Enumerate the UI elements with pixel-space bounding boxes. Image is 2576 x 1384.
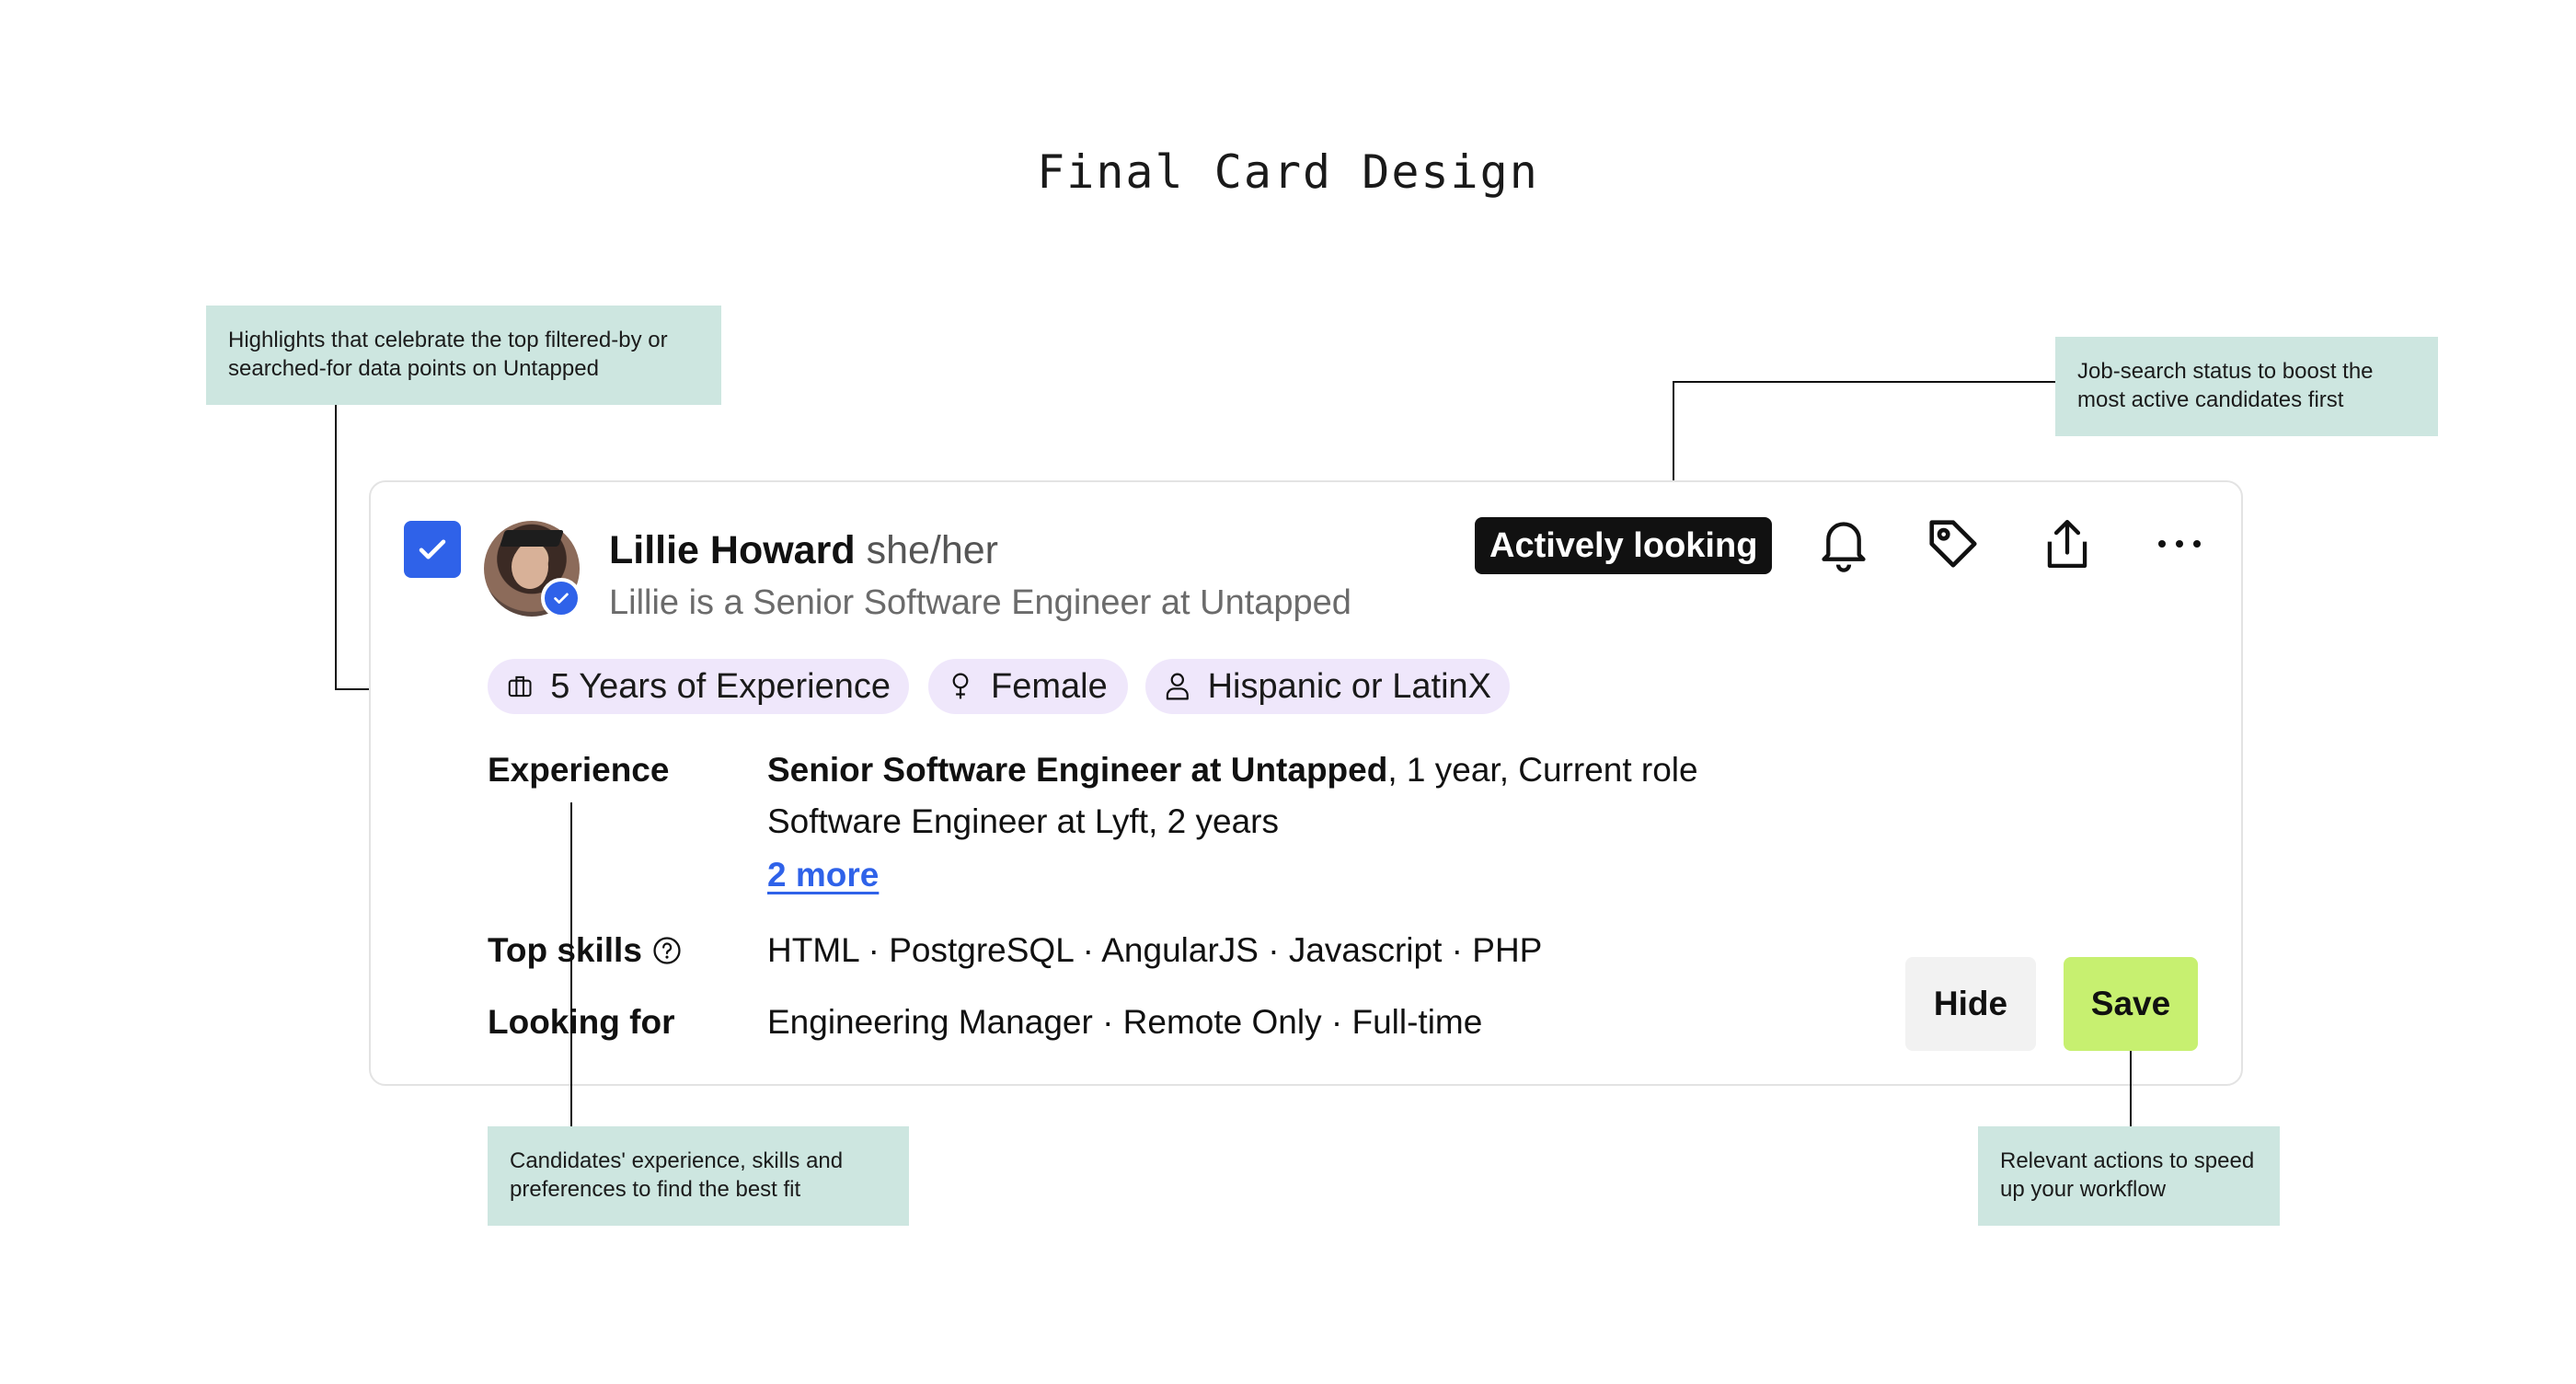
chip-label: Female [991,666,1108,706]
select-checkbox[interactable] [404,521,461,578]
person-icon [1166,673,1189,700]
annotation-details: Candidates' experience, skills and prefe… [488,1126,909,1226]
experience-item-1: Senior Software Engineer at Untapped, 1 … [767,751,1698,790]
looking-for-value: Engineering Manager · Remote Only · Full… [767,1003,1483,1041]
more-icon [2158,540,2201,548]
more-options-button[interactable] [2147,512,2212,576]
annotation-actions-text: Relevant actions to speed up your workfl… [2000,1148,2255,1202]
annotation-highlights-text: Highlights that celebrate the top filter… [228,328,668,381]
annotation-status-text: Job-search status to boost the most acti… [2077,359,2374,412]
share-button[interactable] [2035,512,2099,576]
connector-line [335,405,337,690]
page-title: Final Card Design [1037,145,1539,199]
candidate-pronouns: she/her [866,528,998,572]
chip-label: Hispanic or LatinX [1207,666,1491,706]
highlight-chip-experience: 5 Years of Experience [488,659,909,714]
experience-item-2: Software Engineer at Lyft, 2 years [767,802,1279,840]
avatar[interactable] [484,521,581,618]
check-icon [554,593,569,604]
experience-role: Senior Software Engineer at Untapped [767,751,1388,789]
briefcase-icon [508,675,532,698]
avatar-face [512,545,548,589]
tag-button[interactable] [1921,512,1985,576]
candidate-name[interactable]: Lillie Howard [609,528,856,572]
skills-label: Top skills [488,931,683,970]
tag-icon [1929,520,1977,568]
annotation-highlights: Highlights that celebrate the top filter… [206,306,721,405]
looking-for-label: Looking for [488,1003,675,1041]
check-icon [419,539,446,559]
connector-line [2130,1051,2132,1126]
annotation-actions: Relevant actions to speed up your workfl… [1978,1126,2280,1226]
help-icon[interactable] [651,935,683,966]
female-icon [952,673,969,699]
candidate-name-line: Lillie Howard she/her [609,528,998,573]
candidate-headline: Lillie is a Senior Software Engineer at … [609,583,1351,622]
share-icon [2047,520,2087,568]
verified-badge [541,578,581,618]
chip-label: 5 Years of Experience [550,666,891,706]
highlight-chip-ethnicity: Hispanic or LatinX [1145,659,1510,714]
annotation-details-text: Candidates' experience, skills and prefe… [510,1148,844,1202]
highlight-chip-gender: Female [928,659,1128,714]
experience-label: Experience [488,751,670,789]
connector-line [1673,381,2055,383]
more-experience-link[interactable]: 2 more [767,856,879,894]
hide-button[interactable]: Hide [1905,957,2036,1051]
bell-icon [1822,522,1866,572]
connector-line [570,802,572,1126]
experience-meta: , 1 year, Current role [1387,751,1698,789]
save-button[interactable]: Save [2064,957,2198,1051]
skills-value: HTML · PostgreSQL · AngularJS · Javascri… [767,931,1543,969]
annotation-status: Job-search status to boost the most acti… [2055,337,2438,436]
status-badge: Actively looking [1475,517,1773,574]
graduation-cap [500,530,564,547]
notify-button[interactable] [1811,512,1876,576]
skills-label-text: Top skills [488,931,642,969]
